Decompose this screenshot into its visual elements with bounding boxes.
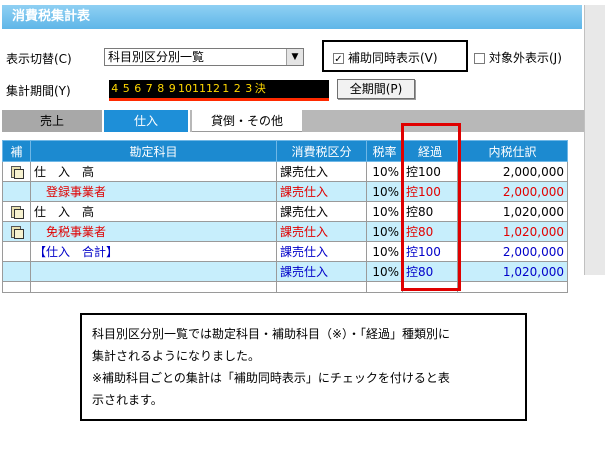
period-month[interactable]: 12 — [206, 80, 220, 98]
out-of-scope-checkbox[interactable]: 対象外表示(J) — [474, 49, 562, 66]
account-cell: 仕 入 高 — [30, 201, 277, 222]
period-month[interactable]: 決 — [255, 80, 267, 98]
aux-cell — [2, 241, 31, 262]
empty-cell — [2, 281, 31, 293]
period-month-strip[interactable]: 4 5 6 7 8 9 101112 1 2 3 決 — [109, 80, 329, 101]
note-line: 集計されるようになりました。 — [92, 349, 261, 363]
table-row-empty[interactable] — [2, 281, 568, 293]
tax-class-cell: 課売仕入 — [276, 241, 367, 262]
tax-class-cell: 課売仕入 — [276, 201, 367, 222]
table-row[interactable]: 登録事業者 課売仕入 10% 控100 2,000,000 — [2, 181, 568, 202]
note-line: 示されます。 — [92, 393, 163, 407]
tax-class-cell: 課売仕入 — [276, 221, 367, 242]
col-rate[interactable]: 税率 — [366, 140, 403, 162]
aux-simultaneous-label: 補助同時表示(V) — [348, 51, 438, 65]
empty-cell — [457, 281, 568, 293]
chevron-down-icon[interactable]: ▼ — [286, 49, 303, 65]
period-month[interactable]: 9 — [167, 80, 179, 98]
display-switch-value: 科目別区分別一覧 — [108, 50, 205, 64]
col-tax-class[interactable]: 消費税区分 — [276, 140, 367, 162]
rate-cell: 10% — [366, 201, 403, 222]
tax-class-cell: 課売仕入 — [276, 161, 367, 182]
aux-cell — [2, 201, 31, 222]
account-cell: 【仕入 合計】 — [30, 241, 277, 262]
transition-cell: 控100 — [402, 241, 458, 262]
account-cell — [30, 261, 277, 282]
tab-bad-debt-other[interactable]: 貸倒・その他 — [192, 110, 302, 132]
period-month[interactable]: 4 — [109, 80, 121, 98]
amount-cell: 1,020,000 — [457, 261, 568, 282]
empty-cell — [402, 281, 458, 293]
account-cell: 仕 入 高 — [30, 161, 277, 182]
display-switch-label: 表示切替(C) — [6, 52, 72, 66]
amount-cell: 1,020,000 — [457, 201, 568, 222]
col-account[interactable]: 勘定科目 — [30, 140, 277, 162]
empty-cell — [366, 281, 403, 293]
rate-cell: 10% — [366, 241, 403, 262]
amount-cell: 2,000,000 — [457, 181, 568, 202]
checkbox-checked-icon[interactable]: ✓ — [333, 53, 344, 65]
display-switch-select[interactable]: 科目別区分別一覧 ▼ — [104, 48, 304, 66]
aux-documents-icon[interactable] — [10, 206, 24, 219]
transition-cell: 控80 — [402, 201, 458, 222]
summary-table: 補 勘定科目 消費税区分 税率 経過 内税仕訳 仕 入 高課売仕入 10% 控100… — [2, 140, 568, 293]
note-box: 科目別区分別一覧では勘定科目・補助科目（※）・「経過」種類別に 集計されるように… — [80, 313, 527, 421]
aux-simultaneous-checkbox[interactable]: ✓ 補助同時表示(V) — [333, 49, 438, 66]
note-line: ※補助科目ごとの集計は「補助同時表示」にチェックを付けると表 — [92, 371, 450, 385]
table-row[interactable]: 課売仕入 10% 控80 1,020,000 — [2, 261, 568, 282]
col-transition[interactable]: 経過 — [402, 140, 458, 162]
empty-cell — [276, 281, 367, 293]
empty-cell — [30, 281, 277, 293]
col-amount[interactable]: 内税仕訳 — [457, 140, 568, 162]
rate-cell: 10% — [366, 161, 403, 182]
full-period-button[interactable]: 全期間(P) — [337, 79, 415, 99]
aux-cell — [2, 181, 31, 202]
window-edge — [584, 5, 605, 275]
period-month[interactable]: 2 — [232, 80, 244, 98]
period-label: 集計期間(Y) — [6, 84, 71, 98]
tax-class-cell: 課売仕入 — [276, 181, 367, 202]
account-cell: 免税事業者 — [30, 221, 277, 242]
table-row[interactable]: 【仕入 合計】 課売仕入 10% 控100 2,000,000 — [2, 241, 568, 262]
period-month[interactable]: 10 — [178, 80, 192, 98]
table-row[interactable]: 仕 入 高課売仕入 10% 控80 1,020,000 — [2, 201, 568, 222]
tab-sales[interactable]: 売上 — [2, 110, 102, 132]
period-month[interactable]: 8 — [155, 80, 167, 98]
period-month[interactable]: 5 — [121, 80, 133, 98]
period-month[interactable]: 3 — [243, 80, 255, 98]
tax-class-cell: 課売仕入 — [276, 261, 367, 282]
aux-cell — [2, 221, 31, 242]
rate-cell: 10% — [366, 261, 403, 282]
window-title: 消費税集計表 — [2, 5, 582, 29]
transition-cell: 控100 — [402, 161, 458, 182]
transition-cell: 控80 — [402, 221, 458, 242]
aux-documents-icon[interactable] — [10, 226, 24, 239]
period-month[interactable]: 1 — [220, 80, 232, 98]
checkbox-icon[interactable] — [474, 53, 485, 64]
aux-cell — [2, 161, 31, 182]
note-line: 科目別区分別一覧では勘定科目・補助科目（※）・「経過」種類別に — [92, 327, 451, 341]
col-aux[interactable]: 補 — [2, 140, 31, 162]
table-row[interactable]: 免税事業者 課売仕入 10% 控80 1,020,000 — [2, 221, 568, 242]
rate-cell: 10% — [366, 221, 403, 242]
transition-cell: 控100 — [402, 181, 458, 202]
amount-cell: 2,000,000 — [457, 241, 568, 262]
aux-cell — [2, 261, 31, 282]
period-month[interactable]: 6 — [132, 80, 144, 98]
out-of-scope-label: 対象外表示(J) — [489, 51, 562, 65]
aux-documents-icon[interactable] — [10, 166, 24, 179]
amount-cell: 1,020,000 — [457, 221, 568, 242]
tab-bar: 売上 仕入 貸倒・その他 — [2, 110, 584, 132]
transition-cell: 控80 — [402, 261, 458, 282]
tab-purchases[interactable]: 仕入 — [102, 110, 190, 132]
account-cell: 登録事業者 — [30, 181, 277, 202]
table-header-row: 補 勘定科目 消費税区分 税率 経過 内税仕訳 — [2, 140, 568, 162]
period-month[interactable]: 11 — [192, 80, 206, 98]
table-row[interactable]: 仕 入 高課売仕入 10% 控100 2,000,000 — [2, 161, 568, 182]
rate-cell: 10% — [366, 181, 403, 202]
amount-cell: 2,000,000 — [457, 161, 568, 182]
period-month[interactable]: 7 — [144, 80, 156, 98]
